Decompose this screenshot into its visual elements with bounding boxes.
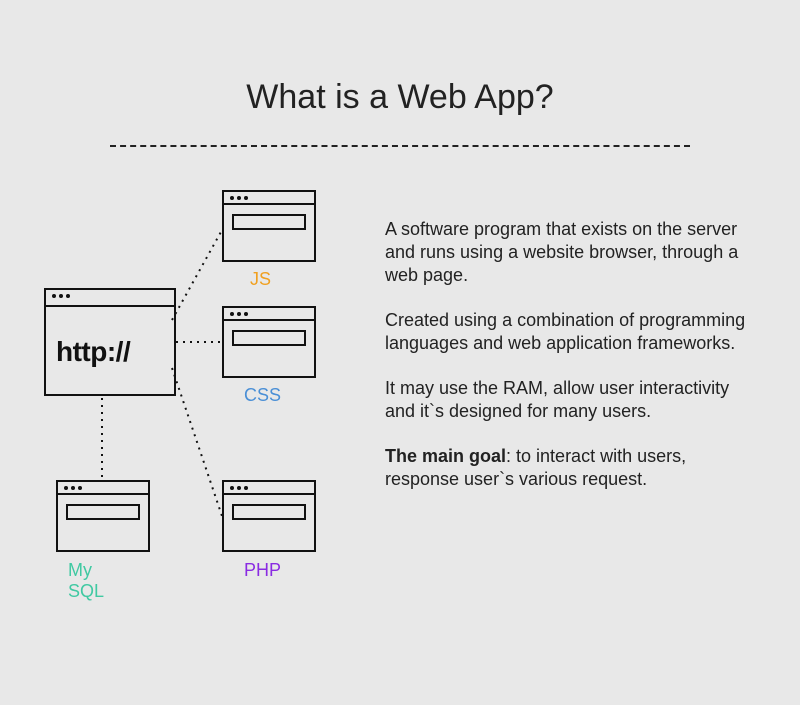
window-toolbar-sep [58,493,148,495]
paragraph-3: It may use the RAM, allow user interacti… [385,377,750,423]
paragraph-1: A software program that exists on the se… [385,218,750,287]
page-title: What is a Web App? [0,78,800,117]
window-toolbar-sep [224,319,314,321]
paragraph-4: The main goal: to interact with users, r… [385,445,750,491]
window-toolbar-sep [46,305,174,307]
description-text: A software program that exists on the se… [385,218,750,513]
node-label-js: JS [250,269,271,290]
window-inner-rect [232,330,306,346]
node-browser-js [222,190,316,262]
window-dots-icon [230,486,248,490]
window-toolbar-sep [224,203,314,205]
main-browser-icon: http:// [44,288,176,396]
node-browser-css [222,306,316,378]
window-dots-icon [52,294,70,298]
node-label-css: CSS [244,385,281,406]
node-browser-mysql [56,480,150,552]
node-label-php: PHP [244,560,281,581]
window-inner-rect [66,504,140,520]
paragraph-4-bold: The main goal [385,446,506,466]
node-browser-php [222,480,316,552]
divider [110,145,690,147]
window-inner-rect [232,504,306,520]
window-toolbar-sep [224,493,314,495]
paragraph-2: Created using a combination of programmi… [385,309,750,355]
node-label-mysql: My SQL [68,560,104,602]
window-dots-icon [64,486,82,490]
window-dots-icon [230,196,248,200]
window-dots-icon [230,312,248,316]
main-browser-text: http:// [56,336,130,368]
window-inner-rect [232,214,306,230]
